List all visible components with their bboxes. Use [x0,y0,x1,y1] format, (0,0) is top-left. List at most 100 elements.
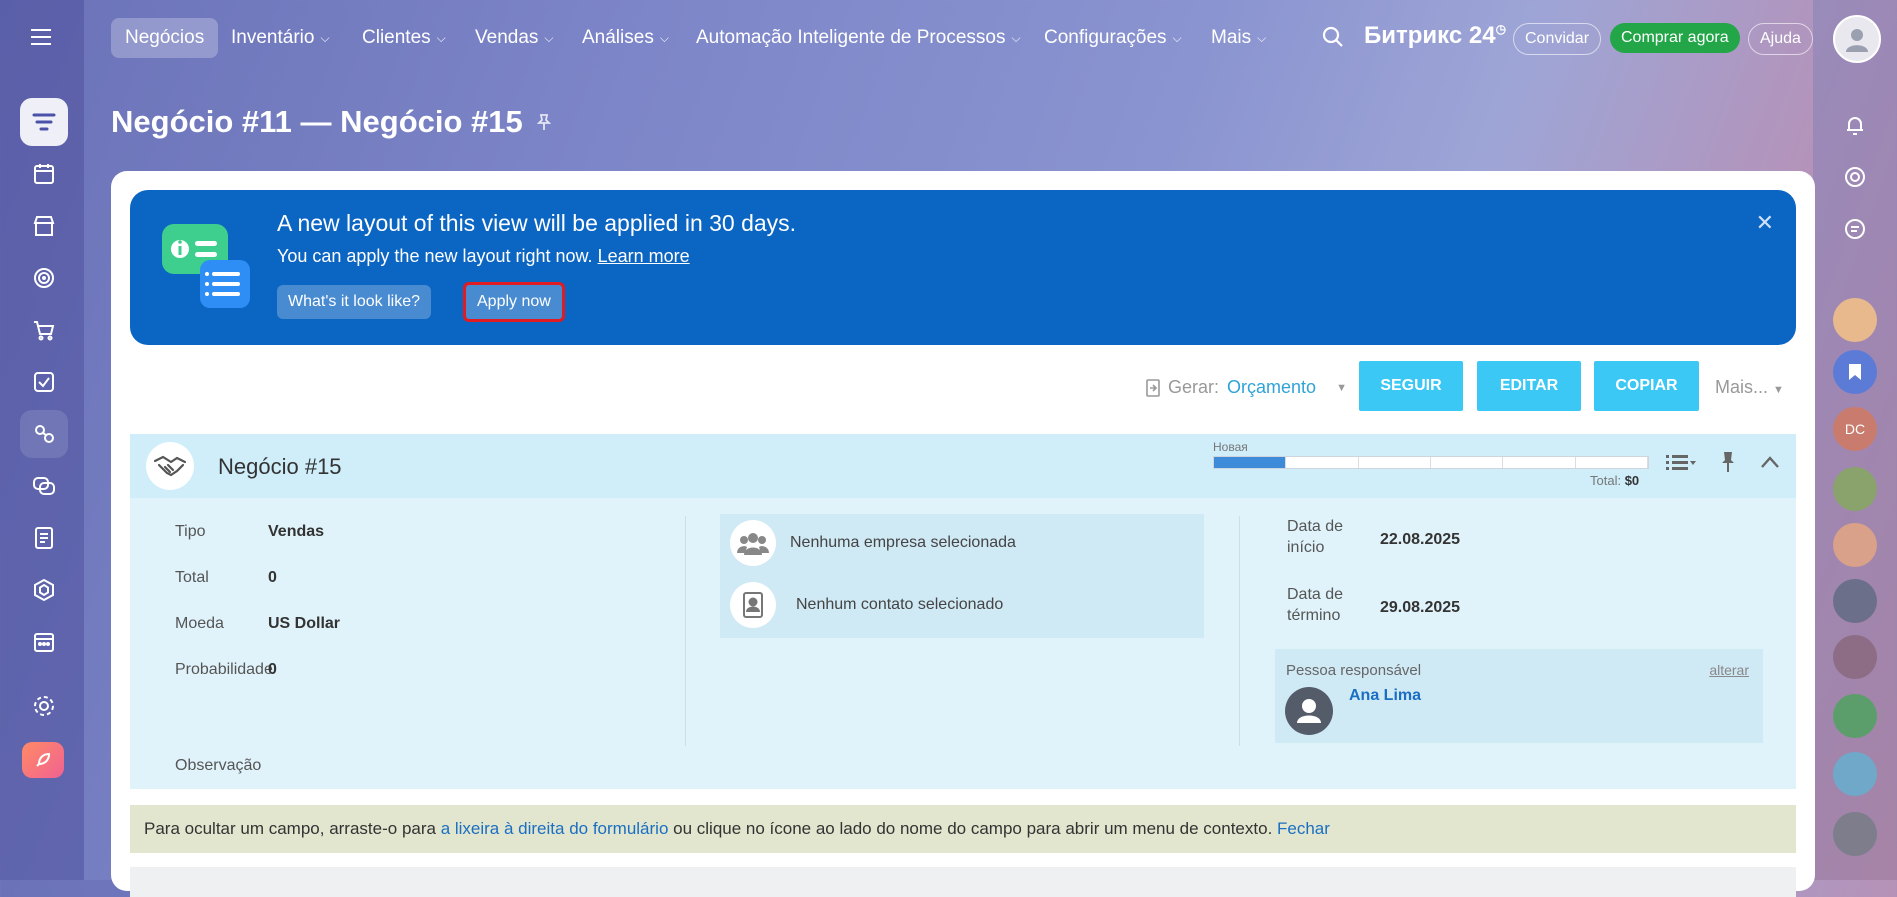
sidebar-item-chat[interactable] [20,462,68,510]
stage-segment[interactable] [1431,457,1504,468]
edit-button[interactable]: EDITAR [1477,361,1581,411]
stage-name: Новая [1213,440,1248,454]
nav-more[interactable]: Mais ⌵ [1211,18,1266,58]
pin-icon[interactable] [1720,452,1736,472]
pin-icon[interactable] [535,113,553,131]
chevron-up-icon[interactable] [1760,455,1780,469]
nav-inventory[interactable]: Inventário ⌵ [231,18,330,58]
stage-segment[interactable] [1286,457,1359,468]
field-value[interactable]: 0 [268,569,277,587]
close-hint-link[interactable]: Fechar [1277,819,1330,838]
contact-avatar[interactable] [1833,812,1877,856]
nav-sales[interactable]: Vendas ⌵ [475,18,554,58]
end-date-value[interactable]: 29.08.2025 [1380,599,1460,617]
brand-text: Битрикс 24 [1364,22,1496,49]
search-icon[interactable] [1322,26,1344,48]
trash-link[interactable]: a lixeira à direita do formulário [441,819,669,838]
contact-avatar[interactable] [1833,579,1877,623]
company-icon [730,520,776,566]
change-responsible-link[interactable]: alterar [1709,662,1749,678]
deal-toolbar: Gerar: Orçamento ▼ SEGUIR EDITAR COPIAR … [111,361,1815,417]
start-label-line1: Data de [1287,518,1344,535]
sidebar-item-target[interactable] [20,254,68,302]
field-label: Data de início [1287,516,1343,558]
field-value[interactable]: Vendas [268,523,324,541]
close-icon[interactable]: ✕ [1756,210,1774,236]
company-placeholder: Nenhuma empresa selecionada [790,534,1016,551]
contact-avatar[interactable] [1833,635,1877,679]
contact-avatar[interactable] [1833,467,1877,511]
contact-avatar[interactable] [1833,752,1877,796]
sidebar-item-store[interactable] [20,202,68,250]
stage-segment[interactable] [1214,457,1287,468]
contact-avatar[interactable] [1833,523,1877,567]
field-label[interactable]: Observação [175,757,261,775]
chat-icon [33,477,55,495]
company-selector[interactable]: Nenhuma empresa selecionada [730,520,1016,566]
sidebar-item-calendar2[interactable] [20,618,68,666]
contact-placeholder: Nenhum contato selecionado [796,596,1004,613]
stage-segment[interactable] [1576,457,1648,468]
target-icon [34,268,54,288]
chevron-down-icon: ⌵ [544,31,554,45]
more-actions-button[interactable]: Mais... ▼ [1715,377,1784,398]
caret-down-icon: ▼ [1336,381,1347,394]
page-title-text: Negócio #11 — Negócio #15 [111,104,523,139]
preview-layout-button[interactable]: What's it look like? [277,285,431,319]
stage-progress-bar[interactable] [1213,456,1649,469]
nav-clients[interactable]: Clientes ⌵ [362,18,446,58]
sidebar-item-upgrade[interactable] [22,742,64,778]
contact-selector[interactable]: Nenhum contato selecionado [730,582,1003,628]
contact-avatar[interactable] [1833,694,1877,738]
banner-heading: A new layout of this view will be applie… [277,210,797,236]
next-section [130,867,1796,897]
invite-button[interactable]: Convidar [1513,23,1602,55]
responsible-name[interactable]: Ana Lima [1349,687,1421,705]
sidebar-item-shop[interactable] [20,306,68,354]
sidebar-item-hexagon[interactable] [20,566,68,614]
field-value[interactable]: 0 [268,661,277,679]
list-settings-icon[interactable] [1666,453,1696,471]
sidebar-item-calendar[interactable] [20,150,68,198]
nav-analytics[interactable]: Análises ⌵ [582,18,669,58]
avatar[interactable] [1285,687,1333,735]
nav-settings[interactable]: Configurações ⌵ [1044,18,1182,58]
start-date-value[interactable]: 22.08.2025 [1380,531,1460,549]
contact-avatar[interactable] [1833,298,1877,342]
total-caption: Total: [1590,473,1622,488]
apply-now-button[interactable]: Apply now [463,282,565,322]
generate-document[interactable]: Gerar: Orçamento ▼ [1146,377,1347,398]
notifications-icon[interactable] [1833,103,1877,147]
stage-segment[interactable] [1503,457,1576,468]
buy-now-button[interactable]: Comprar agora [1610,23,1740,53]
sidebar-item-settings[interactable] [20,682,68,730]
stage-segment[interactable] [1359,457,1431,468]
sidebar-item-automation[interactable] [20,410,68,458]
messages-icon[interactable] [1833,207,1877,251]
help-label: Ajuda [1760,30,1801,47]
start-label-line2: início [1287,539,1325,556]
contact-avatar[interactable]: DC [1833,407,1877,451]
generate-value: Orçamento [1227,377,1317,397]
invite-label: Convidar [1525,30,1590,47]
help-button[interactable]: Ajuda [1748,23,1813,55]
nav-automation[interactable]: Automação Inteligente de Processos ⌵ [696,18,1021,58]
responsible-section: Pessoa responsável alterar Ana Lima [1275,649,1763,743]
bookmark-icon[interactable] [1833,350,1877,394]
hexagon-icon [34,578,54,602]
sidebar-item-tasks[interactable] [20,358,68,406]
sidebar-item-crm[interactable] [20,98,68,146]
field-value[interactable]: US Dollar [268,615,340,633]
nav-deals[interactable]: Negócios [111,18,219,58]
deal-total: Total: $0 [1590,473,1639,488]
more-label: Mais... [1715,377,1769,397]
copy-button[interactable]: COPIAR [1594,361,1699,411]
learn-more-link[interactable]: Learn more [598,246,690,266]
activity-icon[interactable] [1833,155,1877,199]
follow-button[interactable]: SEGUIR [1359,361,1463,411]
user-avatar[interactable] [1833,15,1881,63]
page-title: Negócio #11 — Negócio #15 [111,104,553,140]
menu-icon[interactable] [29,27,53,47]
nav-label: Negócios [125,27,205,48]
sidebar-item-docs[interactable] [20,514,68,562]
